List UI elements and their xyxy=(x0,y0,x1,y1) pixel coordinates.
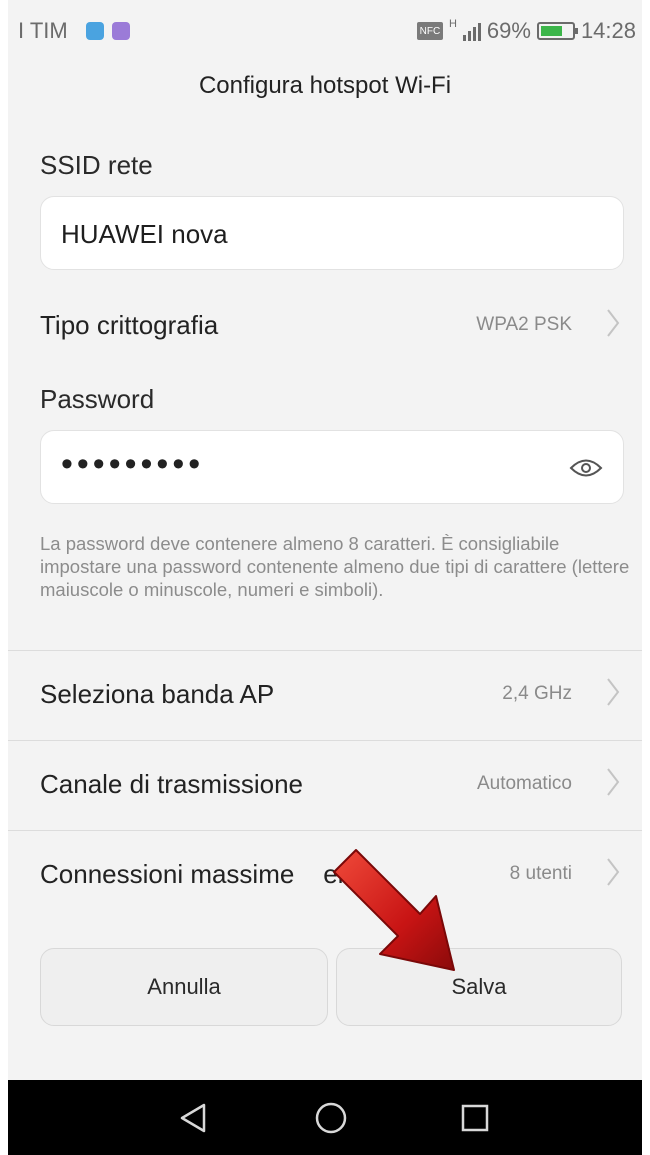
band-label: Seleziona banda AP xyxy=(40,679,275,709)
page-title: Configura hotspot Wi-Fi xyxy=(198,72,452,99)
clock: 14:28 xyxy=(580,18,636,43)
home-icon[interactable] xyxy=(314,1101,348,1135)
band-value: 2,4 GHz xyxy=(502,683,572,704)
ssid-field[interactable]: HUAWEI nova xyxy=(40,196,624,270)
status-right: NFC H 69% 14:28 xyxy=(416,18,636,44)
encryption-row[interactable]: Tipo crittografia WPA2 PSK xyxy=(8,282,642,370)
navigation-bar xyxy=(8,1080,642,1155)
chevron-right-icon xyxy=(607,678,620,706)
max-connections-row[interactable]: Connessioni massime en... 8 utenti xyxy=(8,830,642,919)
ssid-value: HUAWEI nova xyxy=(61,219,228,249)
battery-percent: 69% xyxy=(486,18,531,43)
notification-app-icon xyxy=(86,22,104,40)
chevron-right-icon xyxy=(607,768,620,796)
band-row[interactable]: Seleziona banda AP 2,4 GHz xyxy=(8,650,642,739)
channel-row[interactable]: Canale di trasmissione Automatico xyxy=(8,740,642,829)
eye-icon[interactable] xyxy=(569,455,603,481)
ssid-label: SSID rete xyxy=(40,150,153,180)
chevron-right-icon xyxy=(607,309,620,337)
back-icon[interactable] xyxy=(178,1102,208,1134)
password-field[interactable]: ••••••••• xyxy=(40,430,624,504)
status-bar: I TIM NFC H 69% 14:28 xyxy=(8,0,642,60)
channel-value: Automatico xyxy=(476,773,572,794)
channel-label: Canale di trasmissione xyxy=(40,769,304,799)
network-type: H xyxy=(448,18,457,30)
encryption-value: WPA2 PSK xyxy=(476,314,572,335)
notification-viber-icon xyxy=(112,22,130,40)
max-connections-value: 8 utenti xyxy=(509,863,572,884)
cancel-button[interactable]: Annulla xyxy=(40,948,328,1026)
encryption-label: Tipo crittografia xyxy=(40,310,219,340)
carrier-label: I TIM xyxy=(18,18,68,43)
password-value: ••••••••• xyxy=(61,445,205,483)
max-connections-label: Connessioni massime en... xyxy=(40,859,374,889)
signal-icon xyxy=(462,21,481,41)
password-label: Password xyxy=(40,384,155,414)
chevron-right-icon xyxy=(607,858,620,886)
password-hint: La password deve contenere almeno 8 cara… xyxy=(40,533,630,600)
phone-screen: I TIM NFC H 69% 14:28 Configura hotspot … xyxy=(8,0,642,1155)
nfc-icon: NFC xyxy=(416,22,443,40)
recents-icon[interactable] xyxy=(460,1103,490,1133)
red-arrow-icon xyxy=(333,849,455,971)
battery-icon xyxy=(536,22,578,40)
